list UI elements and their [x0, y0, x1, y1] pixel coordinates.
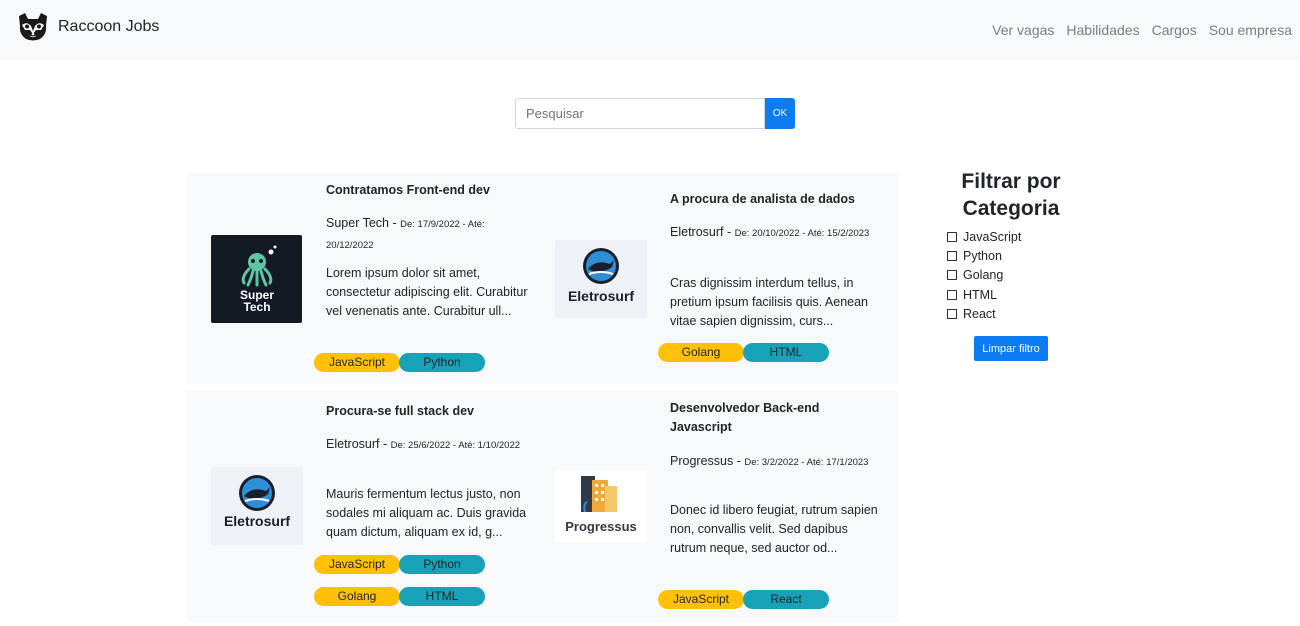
job-description: Cras dignissim interdum tellus, in preti… — [670, 276, 869, 329]
tag-react: React — [743, 590, 829, 609]
job-meta: Eletrosurf - De: 25/6/2022 - Até: 1/10/2… — [326, 437, 521, 451]
filter-label: HTML — [963, 288, 998, 302]
eletrosurf-logo: Eletrosurf — [211, 467, 303, 545]
eletrosurf-logo: Eletrosurf — [555, 240, 647, 318]
job-description: Lorem ipsum dolor sit amet, consectetur … — [326, 266, 528, 319]
company-name: Super Tech — [326, 216, 390, 230]
filter-javascript[interactable]: JavaScript — [947, 228, 1021, 246]
filter-label: Python — [963, 249, 1002, 263]
navbar: Raccoon Jobs Ver vagas Habilidades Cargo… — [0, 0, 1300, 60]
company-name: Eletrosurf — [326, 437, 380, 451]
search-input[interactable] — [515, 98, 765, 129]
checkbox[interactable] — [947, 309, 957, 319]
clear-filter-button[interactable]: Limpar filtro — [974, 336, 1048, 361]
filter-python[interactable]: Python — [947, 247, 1002, 265]
job-meta: Progressus - De: 3/2/2022 - Até: 17/1/20… — [670, 454, 869, 468]
tag-python: Python — [399, 353, 485, 372]
tag-html: HTML — [399, 587, 485, 606]
nav-sou-empresa[interactable]: Sou empresa — [1209, 20, 1292, 40]
job-title[interactable]: Contratamos Front-end dev — [326, 181, 531, 200]
nav-links: Ver vagas Habilidades Cargos Sou empresa — [980, 20, 1292, 40]
nav-cargos[interactable]: Cargos — [1152, 20, 1197, 40]
tag-python: Python — [399, 555, 485, 574]
logo-text: Eletrosurf — [568, 288, 634, 304]
logo-text: Progressus — [565, 519, 637, 534]
brand-name: Raccoon Jobs — [58, 18, 160, 35]
job-dates: De: 25/6/2022 - Até: 1/10/2022 — [390, 440, 521, 451]
job-description: Mauris fermentum lectus justo, non sodal… — [326, 487, 527, 540]
tag-javascript: JavaScript — [314, 353, 400, 372]
tag-golang: Golang — [658, 343, 744, 362]
checkbox[interactable] — [947, 232, 957, 242]
progressus-logo: Progressus — [555, 470, 647, 542]
company-name: Eletrosurf — [670, 225, 724, 239]
brand-link[interactable]: Raccoon Jobs — [16, 12, 159, 42]
job-dates: De: 20/10/2022 - Até: 15/2/2023 — [734, 228, 870, 239]
tag-javascript: JavaScript — [314, 555, 400, 574]
filter-title: Filtrar por Categoria — [961, 170, 1061, 220]
filter-label: React — [963, 307, 996, 321]
checkbox[interactable] — [947, 270, 957, 280]
tag-golang: Golang — [314, 587, 400, 606]
filter-label: Golang — [963, 268, 1004, 282]
raccoon-logo-icon — [19, 13, 47, 41]
job-title[interactable]: A procura de analista de dados — [670, 190, 875, 209]
search-button[interactable]: OK — [765, 98, 795, 129]
job-meta: Super Tech - De: 17/9/2022 - Até: 20/12/… — [326, 216, 485, 251]
checkbox[interactable] — [947, 251, 957, 261]
logo-text: Tech — [243, 300, 270, 314]
job-title[interactable]: Procura-se full stack dev — [326, 402, 531, 421]
nav-ver-vagas[interactable]: Ver vagas — [992, 20, 1054, 40]
company-name: Progressus — [670, 454, 734, 468]
job-meta: Eletrosurf - De: 20/10/2022 - Até: 15/2/… — [670, 225, 870, 239]
super-tech-logo: Super Tech — [211, 235, 302, 323]
filter-html[interactable]: HTML — [947, 286, 997, 304]
tag-javascript: JavaScript — [658, 590, 744, 609]
filter-react[interactable]: React — [947, 305, 996, 323]
tag-html: HTML — [743, 343, 829, 362]
nav-habilidades[interactable]: Habilidades — [1066, 20, 1139, 40]
logo-text: Eletrosurf — [224, 513, 290, 529]
filter-label: JavaScript — [963, 230, 1022, 244]
search-bar: OK — [515, 98, 795, 129]
filter-golang[interactable]: Golang — [947, 266, 1003, 284]
job-description: Donec id libero feugiat, rutrum sapien n… — [670, 503, 878, 556]
job-title[interactable]: Desenvolvedor Back-end Javascript — [670, 399, 875, 437]
checkbox[interactable] — [947, 290, 957, 300]
job-dates: De: 3/2/2022 - Até: 17/1/2023 — [744, 457, 869, 468]
